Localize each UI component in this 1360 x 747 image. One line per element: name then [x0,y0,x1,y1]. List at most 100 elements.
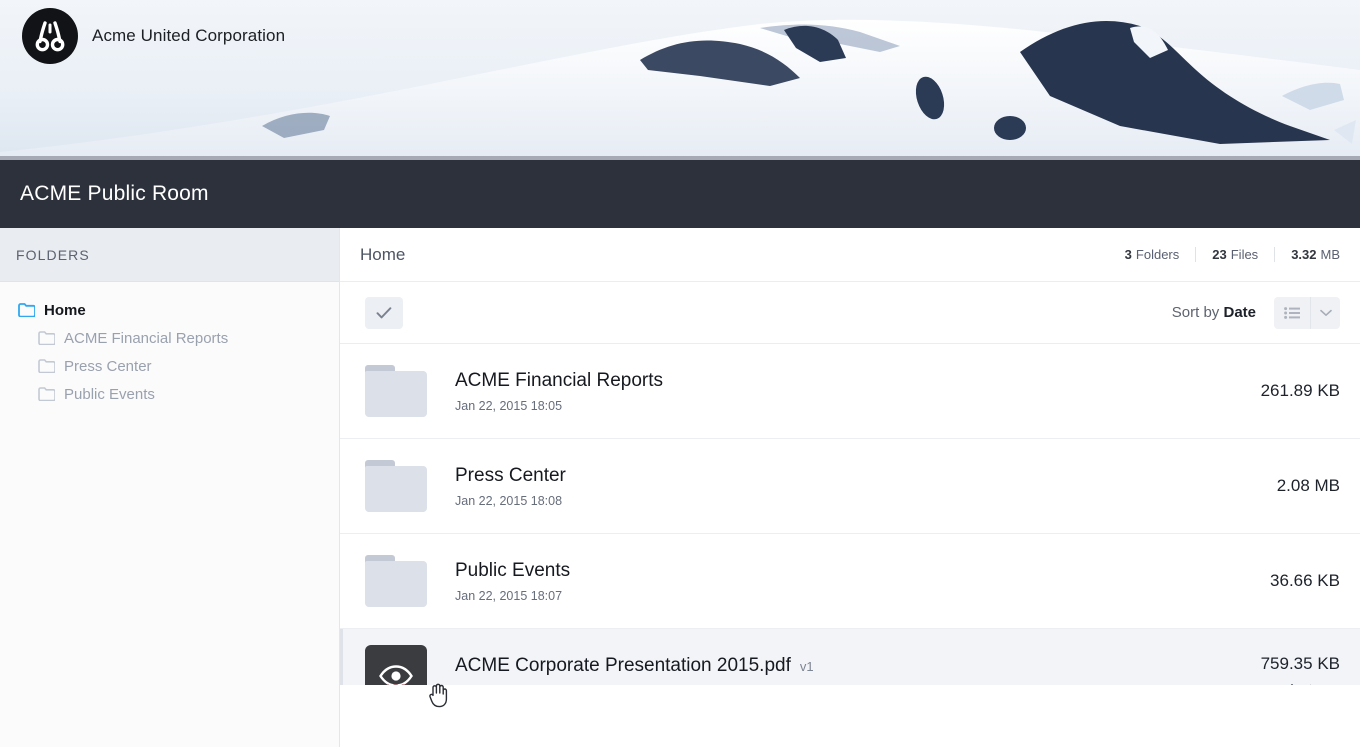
files-count: 23 [1212,247,1227,262]
list-view-icon [1284,306,1300,319]
folder-tree: Home ACME Financial Reports Press Center [0,282,339,408]
action-separator [1310,684,1311,685]
row-added-by: Added by Lukas Foldyna [579,684,723,686]
row-size: 759.35 KB [1260,653,1340,673]
row-title-wrap: ACME Financial Reports [455,370,1261,392]
file-list: ACME Financial Reports Jan 22, 2015 18:0… [340,344,1360,685]
row-date: Jan 22, 2015 18:08 [455,493,563,508]
row-name: ACME Corporate Presentation 2015.pdf [455,654,791,676]
select-all-button[interactable] [365,296,403,329]
row-right: 2.08 MB [1277,476,1340,496]
sidebar-header: FOLDERS [0,228,339,282]
row-text: Press Center Jan 22, 2015 18:08 [429,465,1277,508]
sidebar: FOLDERS Home ACME Financial Reports Pres… [0,228,340,747]
row-date: Jan 12, 2015 11:21 [455,684,561,686]
total-size-value: 3.32 [1291,247,1317,262]
row-right: 261.89 KB [1261,381,1340,401]
main-panel: Home 3 Folders 23 Files 3.32 MB Sort by … [340,228,1360,747]
download-icon [1291,683,1293,685]
sort-control[interactable]: Sort by Date [1172,304,1256,321]
thumb-label: APR [365,683,427,685]
row-right: 36.66 KB [1270,571,1340,591]
room-titlebar: ACME Public Room [0,160,1360,228]
brand-name: Acme United Corporation [92,26,286,45]
app-root: Acme United Corporation ACME Public Room… [0,0,1360,747]
row-meta: Jan 22, 2015 18:08 [455,494,1277,508]
body: FOLDERS Home ACME Financial Reports Pres… [0,228,1360,747]
acme-glyph-icon [35,21,65,52]
sidebar-item-label: ACME Financial Reports [64,329,229,347]
table-row[interactable]: APR ACME Corporate Presentation 2015.pdf… [340,629,1360,685]
table-row[interactable]: ACME Financial Reports Jan 22, 2015 18:0… [340,344,1360,439]
files-label: Files [1230,247,1259,262]
check-icon [376,306,392,318]
sidebar-item-label: Public Events [64,385,155,403]
sort-prefix-label: Sort by [1171,304,1220,321]
list-view-button[interactable] [1274,297,1310,329]
view-options-button[interactable] [1310,296,1340,329]
breadcrumb[interactable]: Home [360,245,405,265]
sidebar-item-press-center[interactable]: Press Center [0,352,339,380]
acme-circle-logo-icon [22,8,78,64]
room-stats: 3 Folders 23 Files 3.32 MB [1109,247,1340,262]
row-meta: Jan 12, 2015 11:21 Added by Lukas Foldyn… [455,684,1261,686]
added-by-user: Lukas Foldyna [635,684,723,686]
folder-icon [365,460,427,512]
folder-icon [365,555,427,607]
row-name: ACME Financial Reports [455,369,664,391]
folder-icon [38,359,55,373]
row-icon[interactable]: APR [365,645,429,685]
row-text: Public Events Jan 22, 2015 18:07 [429,560,1270,603]
sidebar-item-home[interactable]: Home [0,296,339,324]
row-meta: Jan 22, 2015 18:05 [455,399,1261,413]
row-icon [365,555,429,607]
toolbar-right: Sort by Date [1172,296,1340,329]
sidebar-item-public-events[interactable]: Public Events [0,380,339,408]
row-icon [365,365,429,417]
row-meta: Jan 22, 2015 18:07 [455,589,1270,603]
sort-value: Date [1223,304,1256,321]
row-title-wrap: Public Events [455,560,1270,582]
table-row[interactable]: Press Center Jan 22, 2015 18:08 2.08 MB [340,439,1360,534]
folder-icon [38,387,55,401]
version-badge: v1 [799,658,814,674]
sidebar-item-label: Press Center [64,357,152,375]
eye-icon [379,665,413,685]
chevron-down-icon [1319,309,1332,316]
folders-label: Folders [1135,247,1180,262]
breadcrumb-bar: Home 3 Folders 23 Files 3.32 MB [340,228,1360,282]
sidebar-header-label: FOLDERS [16,246,90,263]
row-title-wrap: Press Center [455,465,1277,487]
row-icon [365,460,429,512]
stat-files: 23 Files [1195,247,1274,262]
row-size: 261.89 KB [1260,381,1340,400]
sidebar-item-acme-financial-reports[interactable]: ACME Financial Reports [0,324,339,352]
view-toggle-group [1274,296,1340,329]
row-text: ACME Corporate Presentation 2015.pdf v1 … [429,655,1261,686]
stat-total-size: 3.32 MB [1274,247,1340,262]
row-actions [1261,683,1340,685]
row-size: 36.66 KB [1270,571,1340,590]
stat-folders: 3 Folders [1109,247,1196,262]
added-by-label: Added by [579,684,632,686]
brand: Acme United Corporation [22,8,285,64]
row-title-wrap: ACME Corporate Presentation 2015.pdf v1 [455,655,1261,677]
folder-icon [18,303,35,317]
folder-icon [365,365,427,417]
row-right: 759.35 KB [1260,653,1340,685]
download-button[interactable] [1285,683,1299,685]
hero-banner: Acme United Corporation [0,0,1360,160]
row-text: ACME Financial Reports Jan 22, 2015 18:0… [429,370,1261,413]
row-name: Press Center [455,464,566,486]
row-date: Jan 22, 2015 18:05 [455,398,563,413]
total-size-unit: MB [1320,247,1341,262]
page-title: ACME Public Room [20,182,209,205]
list-toolbar: Sort by Date [340,282,1360,344]
sidebar-item-label: Home [44,301,86,319]
folders-count: 3 [1124,247,1132,262]
table-row[interactable]: Public Events Jan 22, 2015 18:07 36.66 K… [340,534,1360,629]
row-size: 2.08 MB [1276,476,1340,495]
row-name: Public Events [455,559,571,581]
pdf-thumbnail-eye-icon[interactable]: APR [365,645,427,685]
row-date: Jan 22, 2015 18:07 [455,588,563,603]
